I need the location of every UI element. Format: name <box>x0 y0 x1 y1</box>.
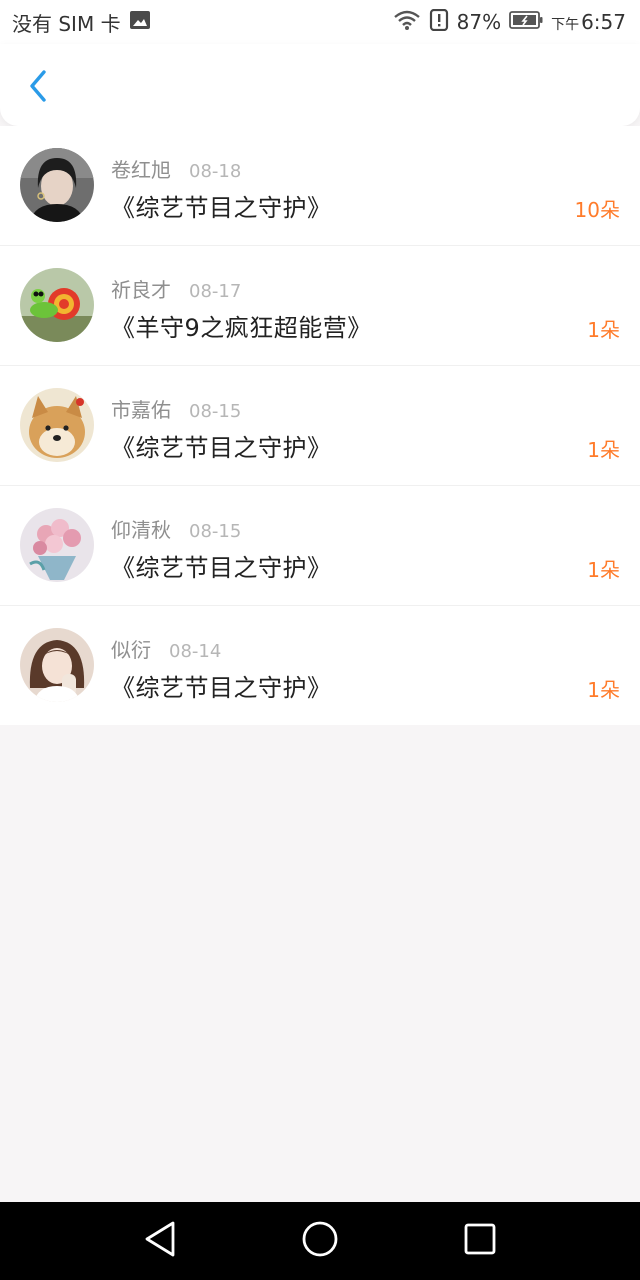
nav-recent-button[interactable] <box>457 1218 503 1264</box>
list-item[interactable]: 市嘉佑 08-15 《综艺节目之守护》 1朵 <box>0 365 640 485</box>
battery-icon <box>509 10 543 35</box>
avatar <box>20 388 94 462</box>
program-title: 《综艺节目之守护》 <box>111 434 332 462</box>
clock-prefix: 下午 <box>551 17 580 33</box>
status-right: 87% 下午 6:57 <box>393 8 626 36</box>
alert-icon <box>429 8 449 36</box>
clock-time: 6:57 <box>581 10 626 34</box>
list-item[interactable]: 似衍 08-14 《综艺节目之守护》 1朵 <box>0 605 640 725</box>
flower-count: 1朵 <box>587 438 620 462</box>
flower-count: 10朵 <box>574 198 620 222</box>
wifi-icon <box>393 9 421 36</box>
flower-count: 1朵 <box>587 558 620 582</box>
send-date: 08-17 <box>189 281 242 302</box>
battery-percent: 87% <box>456 10 502 34</box>
status-left: 没有 SIM 卡 <box>12 8 151 36</box>
home-circle-icon <box>301 1220 339 1262</box>
program-title: 《综艺节目之守护》 <box>111 554 332 582</box>
send-date: 08-15 <box>189 521 242 542</box>
system-nav-bar <box>0 1202 640 1280</box>
status-bar: 没有 SIM 卡 87% 下午 6:57 <box>0 0 640 44</box>
flower-count: 1朵 <box>587 318 620 342</box>
recent-square-icon <box>463 1222 497 1260</box>
avatar <box>20 268 94 342</box>
flower-count: 1朵 <box>587 678 620 702</box>
clock: 下午 6:57 <box>551 10 626 34</box>
carrier-text: 没有 SIM 卡 <box>12 11 121 36</box>
program-title: 《综艺节目之守护》 <box>111 194 332 222</box>
sender-name: 卷红旭 <box>111 158 171 182</box>
program-title: 《羊守9之疯狂超能营》 <box>111 314 372 342</box>
avatar <box>20 148 94 222</box>
item-meta: 似衍 08-14 <box>111 634 221 663</box>
back-button[interactable] <box>18 68 58 108</box>
back-triangle-icon <box>143 1220 177 1262</box>
item-meta: 卷红旭 08-18 <box>111 154 241 183</box>
avatar <box>20 508 94 582</box>
nav-home-button[interactable] <box>297 1218 343 1264</box>
program-title: 《综艺节目之守护》 <box>111 674 332 702</box>
sender-name: 祈良才 <box>111 278 171 302</box>
nav-back-button[interactable] <box>137 1218 183 1264</box>
sender-name: 似衍 <box>111 638 151 662</box>
list-item[interactable]: 祈良才 08-17 《羊守9之疯狂超能营》 1朵 <box>0 245 640 365</box>
item-meta: 市嘉佑 08-15 <box>111 394 241 423</box>
item-meta: 祈良才 08-17 <box>111 274 241 303</box>
chevron-left-icon <box>28 69 48 107</box>
avatar <box>20 628 94 702</box>
gift-record-list: 卷红旭 08-18 《综艺节目之守护》 10朵 祈良才 08-17 《羊守9之疯 <box>0 126 640 725</box>
app-header <box>0 44 640 126</box>
list-item[interactable]: 仰清秋 08-15 《综艺节目之守护》 1朵 <box>0 485 640 605</box>
sender-name: 仰清秋 <box>111 518 171 542</box>
sender-name: 市嘉佑 <box>111 398 171 422</box>
send-date: 08-18 <box>189 161 242 182</box>
list-item[interactable]: 卷红旭 08-18 《综艺节目之守护》 10朵 <box>0 126 640 245</box>
send-date: 08-14 <box>169 641 222 662</box>
item-meta: 仰清秋 08-15 <box>111 514 241 543</box>
send-date: 08-15 <box>189 401 242 422</box>
image-icon <box>129 9 151 36</box>
